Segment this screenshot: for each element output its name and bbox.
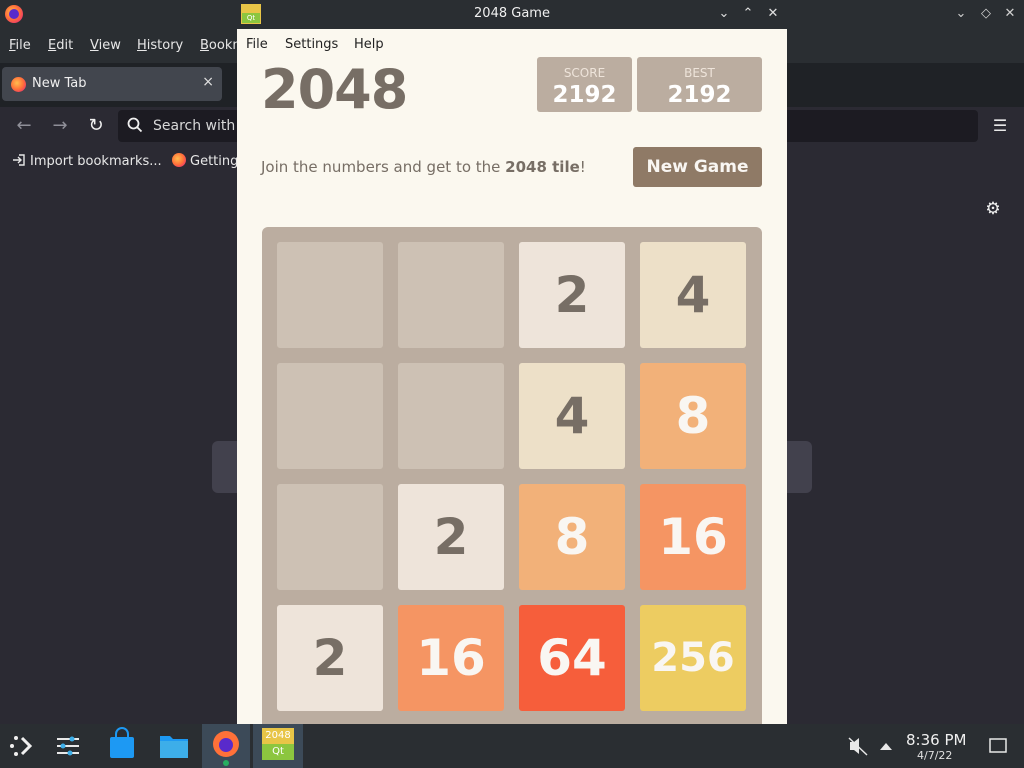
tile-r2c2 <box>398 363 504 469</box>
menu-edit-mnemonic: E <box>48 38 57 53</box>
best-value: 2192 <box>667 82 732 108</box>
menu-history-mnemonic: H <box>137 38 147 53</box>
menu-history-label: istory <box>146 38 184 53</box>
menu-file[interactable]: File <box>9 38 31 53</box>
settings-app[interactable] <box>50 724 86 768</box>
shopping-bag-icon <box>110 727 134 758</box>
menu-history[interactable]: History <box>137 38 183 53</box>
game-board[interactable]: 2 4 4 8 2 8 16 2 16 64 256 <box>262 227 762 724</box>
tile-r4c3: 64 <box>519 605 625 711</box>
score-value: 2192 <box>552 82 617 108</box>
game-window-title: 2048 Game <box>474 6 550 21</box>
tab-new-tab[interactable]: New Tab × <box>2 67 222 101</box>
firefox-tab-icon <box>11 77 26 92</box>
game-menubar: File Settings Help <box>237 29 787 59</box>
close-icon[interactable]: ✕ <box>1000 4 1020 24</box>
game-taskbar-icon-bottom: Qt <box>262 744 294 760</box>
tile-r2c3: 4 <box>519 363 625 469</box>
taskbar: 2048 Qt 8:36 PM 4/7/22 <box>0 724 1024 768</box>
import-icon <box>13 154 25 166</box>
minimize-chevron-icon[interactable]: ⌄ <box>951 4 971 24</box>
game-taskbar-item[interactable]: 2048 Qt <box>253 724 303 768</box>
menu-edit[interactable]: Edit <box>48 38 73 53</box>
show-desktop[interactable] <box>986 724 1010 768</box>
search-icon <box>127 117 143 133</box>
app-launcher[interactable] <box>4 724 40 768</box>
intro-text: Join the numbers and get to the 2048 til… <box>261 158 586 176</box>
tile-r3c4: 16 <box>640 484 746 590</box>
best-box: BEST 2192 <box>637 57 762 112</box>
firefox-icon <box>213 731 239 766</box>
tile-r1c3: 2 <box>519 242 625 348</box>
sliders-icon <box>57 736 79 756</box>
speaker-muted-icon <box>848 737 868 756</box>
game-menu-file[interactable]: File <box>246 37 268 52</box>
tile-r1c2 <box>398 242 504 348</box>
hamburger-menu-icon[interactable]: ☰ <box>990 116 1010 136</box>
score-box: SCORE 2192 <box>537 57 632 112</box>
tile-r2c1 <box>277 363 383 469</box>
menu-bookmarks-mnemonic: B <box>200 38 209 53</box>
minimize-chevron-icon[interactable]: ⌄ <box>714 4 734 24</box>
triangle-up-icon <box>880 743 892 750</box>
tile-r2c4: 8 <box>640 363 746 469</box>
tile-r4c2: 16 <box>398 605 504 711</box>
menu-edit-label: dit <box>56 38 74 53</box>
maximize-diamond-icon[interactable]: ◇ <box>976 4 996 24</box>
close-icon[interactable]: ✕ <box>763 4 783 24</box>
score-label: SCORE <box>563 66 606 80</box>
tile-r3c3: 8 <box>519 484 625 590</box>
firefox-taskbar-item[interactable] <box>202 724 250 768</box>
discover-app[interactable] <box>104 724 140 768</box>
bookmark-getting-label: Getting <box>190 154 239 169</box>
tile-r1c1 <box>277 242 383 348</box>
intro-prefix: Join the numbers and get to the <box>261 158 506 176</box>
game-title: 2048 <box>261 58 408 121</box>
intro-bold: 2048 tile <box>505 158 580 176</box>
tab-close-icon[interactable]: × <box>202 74 214 90</box>
new-game-button[interactable]: New Game <box>633 147 762 187</box>
reload-icon[interactable]: ↻ <box>84 115 108 139</box>
bookmark-import-label: Import bookmarks... <box>30 154 162 169</box>
menu-view-mnemonic: V <box>90 38 99 53</box>
game-window-titlebar: Qt 2048 Game ⌄ ⌃ ✕ <box>237 0 787 29</box>
clock-date[interactable]: 4/7/22 <box>917 749 952 762</box>
clock-time[interactable]: 8:36 PM <box>906 731 966 749</box>
back-arrow-icon[interactable]: ← <box>12 115 36 139</box>
firefox-bookmark-icon <box>172 153 186 167</box>
tile-r3c2: 2 <box>398 484 504 590</box>
tile-r3c1 <box>277 484 383 590</box>
menu-view[interactable]: View <box>90 38 121 53</box>
tile-r1c4: 4 <box>640 242 746 348</box>
bookmark-import[interactable]: Import bookmarks... <box>12 153 162 169</box>
file-manager-app[interactable] <box>156 724 192 768</box>
best-label: BEST <box>684 66 715 80</box>
game-menu-help[interactable]: Help <box>354 37 384 52</box>
firefox-logo-icon <box>5 5 23 23</box>
system-tray-expander[interactable] <box>876 724 896 768</box>
game-window: Qt 2048 Game ⌄ ⌃ ✕ File Settings Help 20… <box>237 0 787 724</box>
volume-muted[interactable] <box>846 724 870 768</box>
forward-arrow-icon[interactable]: → <box>48 115 72 139</box>
gear-icon[interactable]: ⚙ <box>983 199 1003 219</box>
tile-r4c1: 2 <box>277 605 383 711</box>
bookmark-getting-started[interactable]: Getting <box>172 153 238 169</box>
launcher-icon <box>10 736 33 756</box>
tab-label: New Tab <box>32 76 87 91</box>
folder-icon <box>160 736 188 758</box>
maximize-chevron-icon[interactable]: ⌃ <box>738 4 758 24</box>
show-desktop-icon <box>989 738 1007 753</box>
menu-file-label: ile <box>15 38 31 53</box>
game-taskbar-icon-top: 2048 <box>262 728 294 744</box>
menu-view-label: iew <box>98 38 121 53</box>
url-placeholder: Search with G <box>153 118 251 134</box>
game-menu-settings[interactable]: Settings <box>285 37 338 52</box>
intro-suffix: ! <box>579 158 586 176</box>
tile-r4c4: 256 <box>640 605 746 711</box>
